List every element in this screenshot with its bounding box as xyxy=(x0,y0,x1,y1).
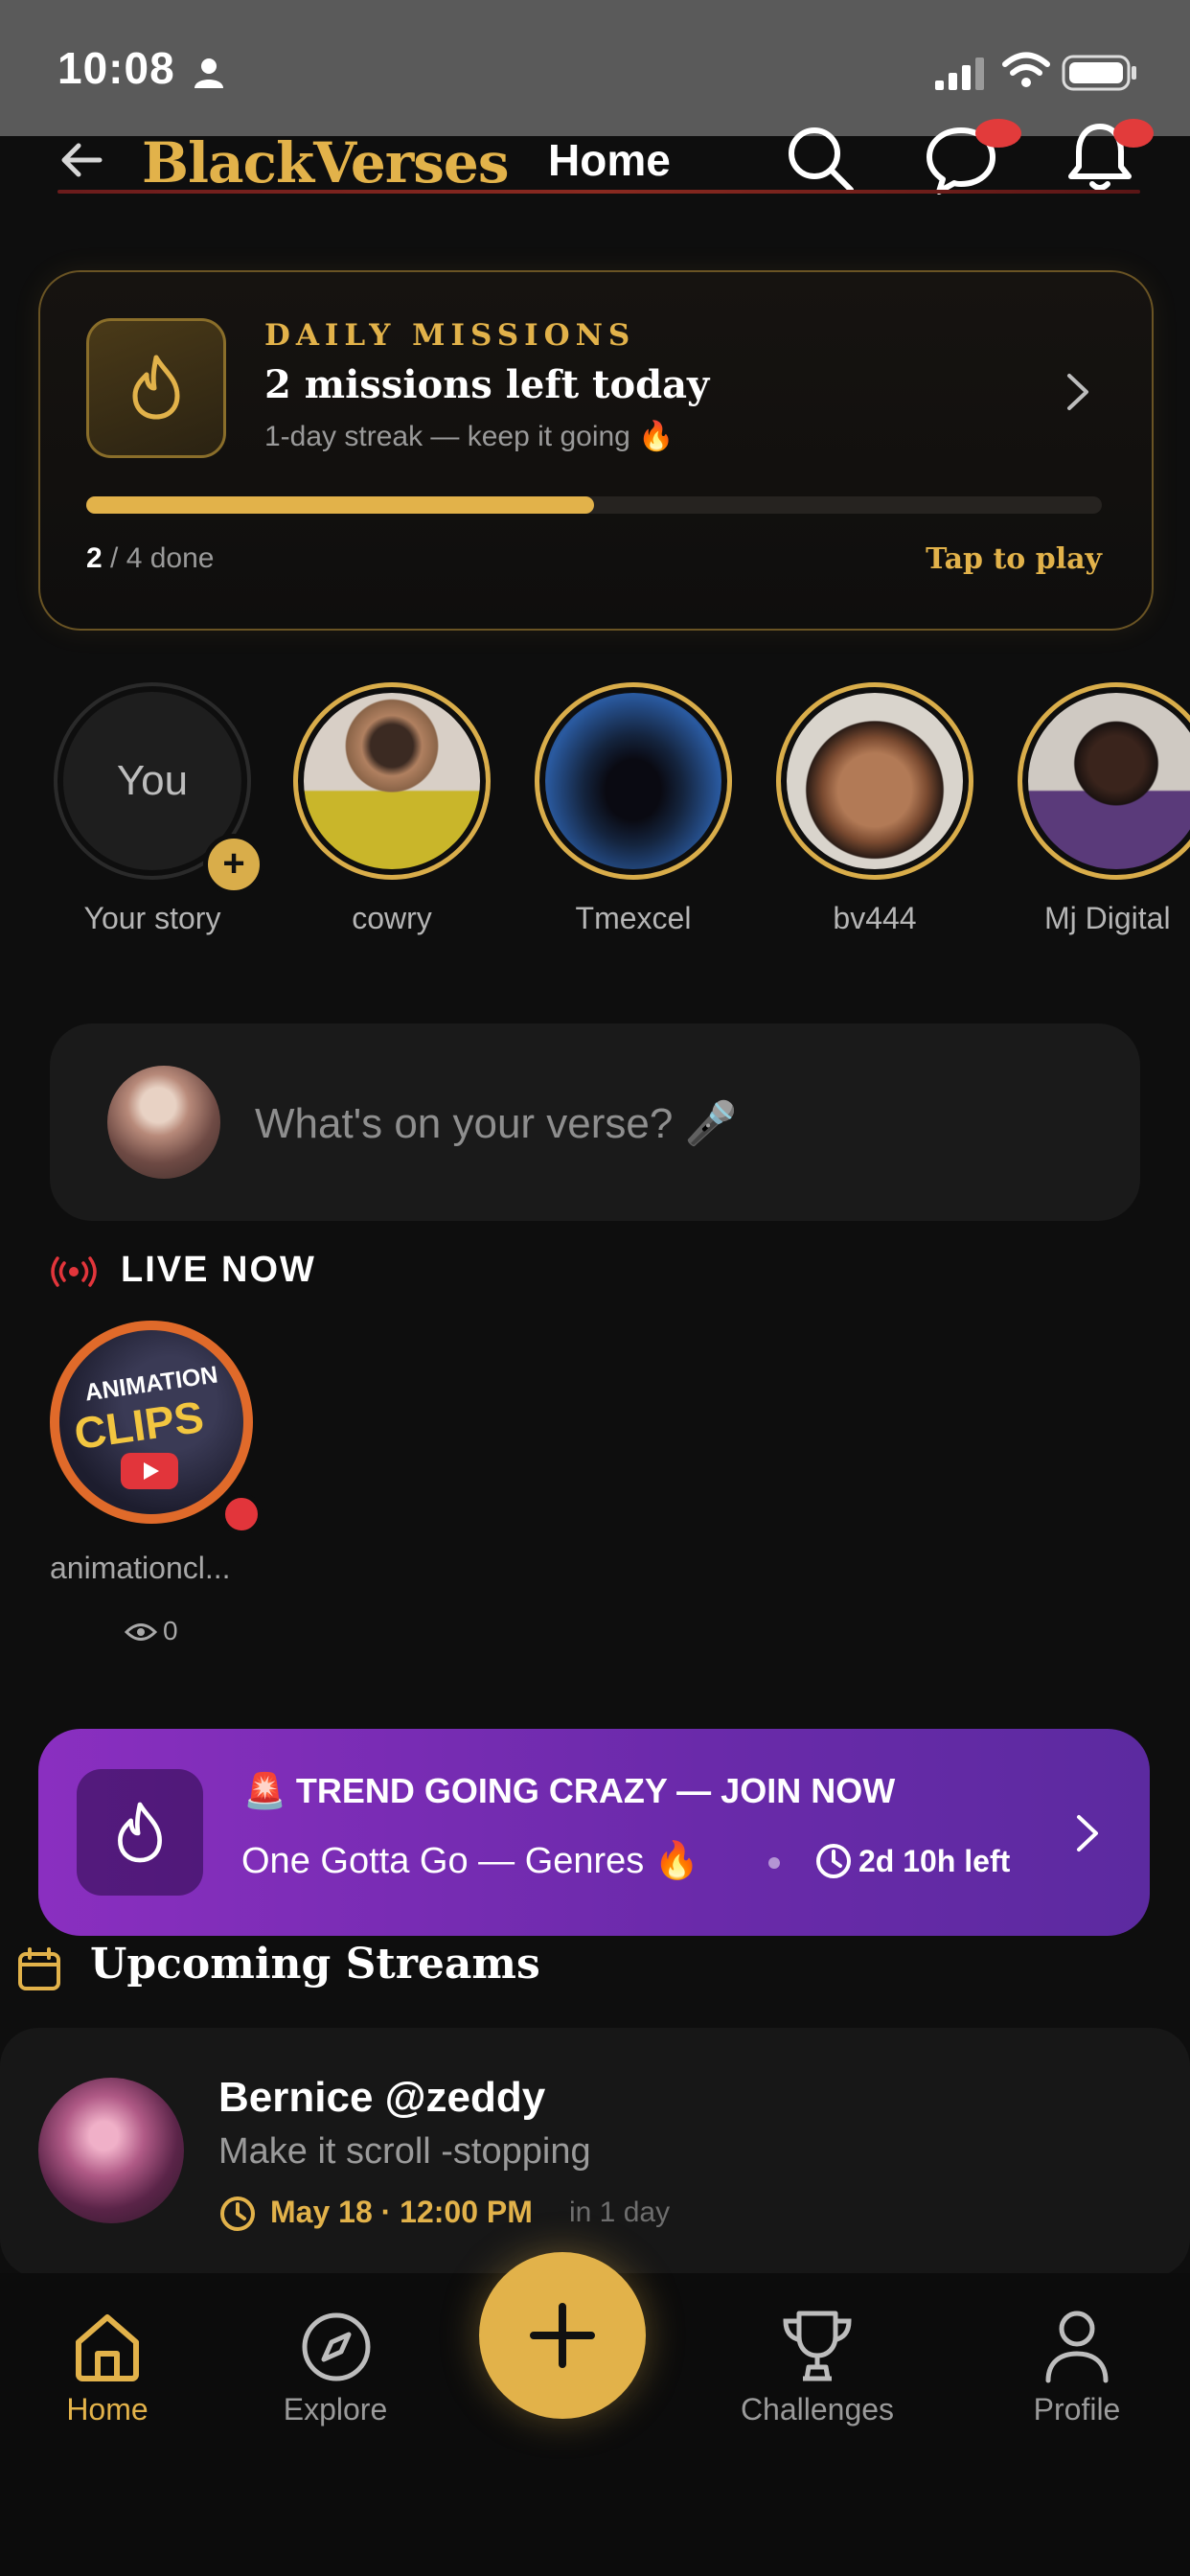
nav-item-challenges[interactable]: Challenges xyxy=(719,2300,916,2426)
brand-logo: BlackVerses xyxy=(142,130,509,196)
avatar xyxy=(1028,693,1190,869)
trophy-icon xyxy=(783,2311,852,2381)
story-item-mj-digital[interactable]: Mj Digital xyxy=(1016,682,1190,936)
nav-item-home[interactable]: Home xyxy=(38,2300,176,2426)
done-total: / 4 done xyxy=(102,542,215,574)
nav-label-home: Home xyxy=(66,2392,149,2426)
story-ring: You + xyxy=(54,682,264,895)
missions-streak: 1-day streak — keep it going 🔥 xyxy=(264,421,675,452)
add-story-icon[interactable]: + xyxy=(203,834,264,895)
nav-label-challenges: Challenges xyxy=(740,2392,895,2426)
trend-icon-box xyxy=(77,1769,203,1896)
stream-subtitle: Make it scroll -stopping xyxy=(218,2131,591,2172)
composer-input[interactable]: What's on your verse? 🎤 xyxy=(255,1098,737,1148)
missions-done-count: 2 / 4 done xyxy=(86,542,214,575)
avatar xyxy=(787,693,963,869)
clock-icon xyxy=(816,1844,851,1878)
done-number: 2 xyxy=(86,542,103,574)
home-icon xyxy=(76,2314,139,2381)
signal-icon xyxy=(935,58,984,90)
person-icon xyxy=(195,58,223,88)
story-ring xyxy=(293,682,491,880)
chat-badge xyxy=(975,119,1021,148)
flame-icon xyxy=(132,355,180,420)
missions-progress-bar xyxy=(86,496,1102,514)
eye-icon xyxy=(125,1623,157,1641)
story-name: Your story xyxy=(83,901,221,935)
compass-icon xyxy=(302,2312,371,2381)
upcoming-streams-title: Upcoming Streams xyxy=(90,1940,540,1989)
trend-time-left: 2d 10h left xyxy=(858,1844,1011,1878)
battery-icon xyxy=(1062,55,1136,91)
nav-label-explore: Explore xyxy=(283,2392,388,2426)
nav-item-profile[interactable]: Profile xyxy=(1008,2300,1146,2426)
notification-badge xyxy=(1113,119,1154,148)
live-view-count: 0 xyxy=(163,1616,178,1645)
page-title: Home xyxy=(548,135,671,185)
profile-icon xyxy=(1045,2311,1109,2383)
live-broadcast-icon xyxy=(51,1256,97,1287)
stream-relative-time: in 1 day xyxy=(569,2196,671,2228)
missions-progress-fill xyxy=(86,496,594,514)
plus-icon xyxy=(530,2303,595,2368)
nav-label-profile: Profile xyxy=(1033,2392,1121,2426)
clock-icon xyxy=(220,2196,255,2231)
flame-icon xyxy=(118,1802,162,1863)
nav-item-explore[interactable]: Explore xyxy=(259,2300,412,2426)
calendar-icon xyxy=(18,1947,60,1990)
missions-title: 2 missions left today xyxy=(264,362,710,407)
avatar xyxy=(545,693,721,869)
live-indicator-dot xyxy=(220,1493,263,1535)
trend-title: 🚨 TREND GOING CRAZY — JOIN NOW xyxy=(243,1771,896,1810)
missions-icon-box xyxy=(86,318,226,458)
separator-dot xyxy=(768,1857,780,1869)
story-name: cowry xyxy=(352,901,432,935)
avatar xyxy=(304,693,480,869)
search-icon[interactable] xyxy=(784,123,857,196)
story-ring xyxy=(1018,682,1190,880)
story-item-bv444[interactable]: bv444 xyxy=(774,682,975,936)
trend-subtitle: One Gotta Go — Genres 🔥 xyxy=(241,1841,700,1881)
stream-host-name: Bernice @zeddy xyxy=(218,2074,546,2121)
story-ring xyxy=(776,682,973,880)
tap-to-play-link[interactable]: Tap to play xyxy=(926,542,1102,576)
chevron-right-icon[interactable] xyxy=(1073,1811,1102,1855)
live-logo: ANIMATION CLIPS xyxy=(59,1330,243,1514)
missions-label: DAILY MISSIONS xyxy=(264,318,636,353)
story-ring xyxy=(535,682,732,880)
live-now-label: LIVE NOW xyxy=(121,1250,316,1290)
story-item-tmexcel[interactable]: Tmexcel xyxy=(533,682,734,936)
create-post-button[interactable] xyxy=(479,2252,646,2419)
story-name: bv444 xyxy=(833,901,917,935)
story-item-your-story[interactable]: You + Your story xyxy=(52,682,264,936)
status-time: 10:08 xyxy=(57,43,175,93)
story-name: Tmexcel xyxy=(575,901,692,935)
header-divider xyxy=(57,190,1140,194)
back-arrow-icon[interactable] xyxy=(57,136,105,184)
live-item-avatar[interactable]: ANIMATION CLIPS xyxy=(50,1321,253,1524)
trend-banner[interactable] xyxy=(38,1729,1150,1936)
story-name: Mj Digital xyxy=(1044,901,1171,935)
status-bar: 10:08 xyxy=(0,0,1190,136)
avatar xyxy=(38,2078,184,2223)
wifi-icon xyxy=(1002,52,1050,87)
stream-date: May 18 · 12:00 PM xyxy=(270,2195,533,2229)
play-icon xyxy=(121,1453,178,1489)
chevron-right-icon[interactable] xyxy=(1064,370,1092,414)
live-item-name[interactable]: animationcl... xyxy=(50,1551,231,1586)
story-item-cowry[interactable]: cowry xyxy=(291,682,492,936)
avatar xyxy=(107,1066,220,1179)
